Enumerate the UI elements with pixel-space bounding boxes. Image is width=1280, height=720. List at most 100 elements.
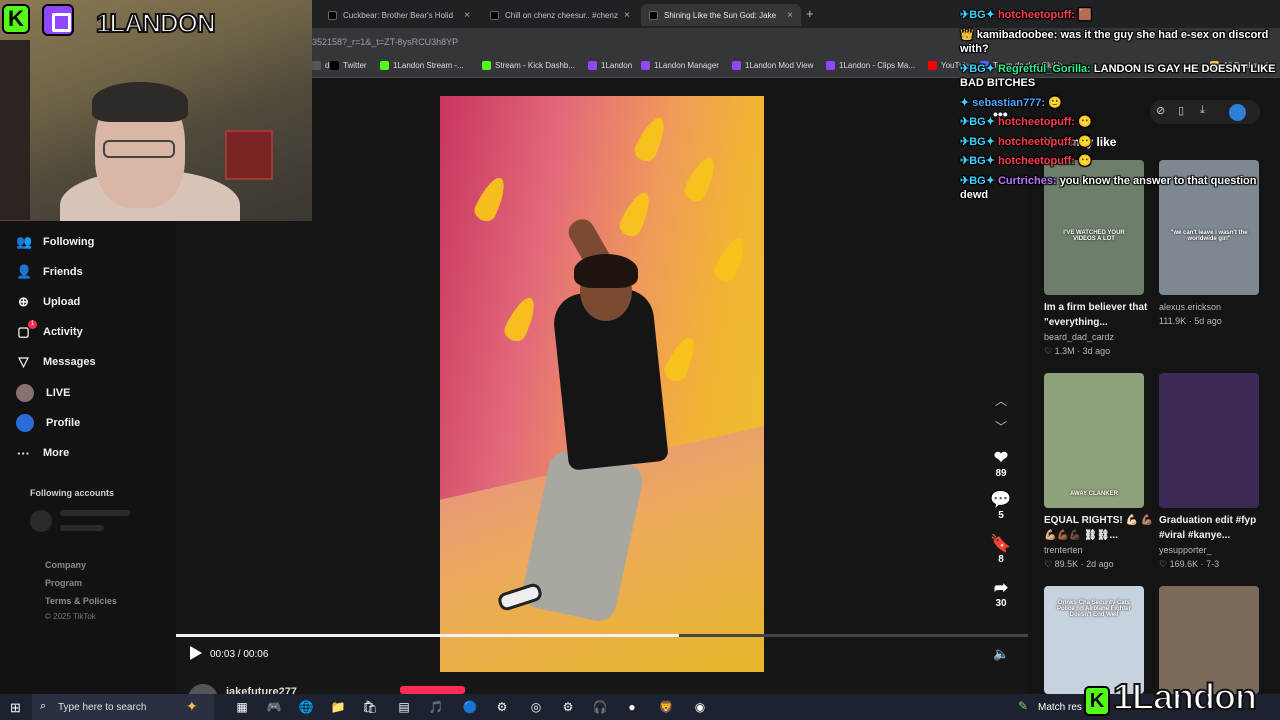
tab-0[interactable]: Cuckbear: Brother Bear's Holid × bbox=[320, 4, 478, 26]
sidebar-item-profile[interactable]: Profile bbox=[16, 413, 80, 433]
bookmark-icon bbox=[641, 61, 650, 70]
taskbar-app-icon[interactable]: 🎵 bbox=[426, 697, 446, 717]
chat-message: ✈BG✦ Curtriches: you know the answer to t… bbox=[960, 174, 1278, 203]
tab-1[interactable]: Chill on chenz cheesur.. #chenz × bbox=[482, 4, 637, 26]
url-text[interactable]: 352158?_r=1&_t=ZT-8ysRCU3h8YP bbox=[312, 37, 458, 47]
video-author[interactable]: trenterten bbox=[1044, 545, 1083, 555]
heart-icon: ♡ bbox=[1044, 346, 1055, 356]
close-icon[interactable]: × bbox=[464, 10, 470, 21]
bookmark-item[interactable]: Stream - Kick Dashb... bbox=[482, 61, 575, 70]
taskbar-app-icon[interactable]: ⚙ bbox=[558, 697, 578, 717]
search-placeholder[interactable]: Type here to search bbox=[58, 702, 146, 713]
bookmark-icon bbox=[732, 61, 741, 70]
chat-badges: ✈BG✦ bbox=[960, 174, 995, 187]
sidebar-item-activity[interactable]: ▢ Activity bbox=[16, 322, 82, 342]
chat-message: ✈BG✦ hotcheetopuff: 😶 bbox=[960, 135, 1278, 150]
sidebar-item-label: Profile bbox=[46, 417, 81, 429]
sidebar-item-following[interactable]: 👥 Following bbox=[16, 232, 94, 252]
chat-text: 🟫 bbox=[1077, 9, 1092, 21]
account-placeholder-line bbox=[60, 525, 104, 531]
chat-username[interactable]: hotcheetopuff: bbox=[998, 9, 1075, 21]
close-icon[interactable]: × bbox=[787, 10, 793, 21]
close-icon[interactable]: × bbox=[624, 10, 630, 21]
bookmark-item[interactable]: 1Landon - Clips Ma... bbox=[826, 61, 915, 70]
sidebar-item-messages[interactable]: ▽ Messages bbox=[16, 352, 96, 372]
chevron-up-icon[interactable]: ︿ bbox=[995, 392, 1007, 409]
bookmark-label: Stream - Kick Dashb... bbox=[495, 61, 576, 70]
bookmark-item[interactable]: 1Landon Manager bbox=[641, 61, 719, 70]
taskbar-app-icon[interactable]: ◎ bbox=[526, 697, 546, 717]
sidebar-item-live[interactable]: LIVE bbox=[16, 383, 70, 403]
video-title[interactable]: Graduation edit #fyp #viral #kanye... bbox=[1159, 513, 1269, 543]
match-notification[interactable]: Match res bbox=[1038, 702, 1082, 713]
taskbar-app-icon[interactable]: ◉ bbox=[690, 697, 710, 717]
bookmark-item[interactable]: 1Landon Mod View bbox=[732, 61, 813, 70]
chat-username[interactable]: hotcheetopuff: bbox=[998, 136, 1075, 148]
taskbar-app-icon[interactable]: 🛍 bbox=[360, 697, 380, 717]
save-button[interactable]: 🔖 8 bbox=[985, 534, 1017, 565]
footer-link-terms[interactable]: Terms & Policies bbox=[45, 596, 117, 606]
taskbar-app-icon[interactable]: 📁 bbox=[328, 697, 348, 717]
taskbar-app-icon[interactable]: 🔵 bbox=[460, 697, 480, 717]
save-count: 8 bbox=[998, 554, 1004, 565]
bookmark-label: 1Landon - Clips Ma... bbox=[839, 61, 916, 70]
tab-label: Chill on chenz cheesur.. #chenz bbox=[505, 10, 618, 20]
taskbar-app-icon[interactable]: 🎧 bbox=[590, 697, 610, 717]
like-button[interactable]: ❤ 89 bbox=[985, 448, 1017, 479]
video-title[interactable]: Im a firm believer that "everything... bbox=[1044, 300, 1154, 330]
progress-fill bbox=[176, 634, 679, 637]
chat-text: 😶 bbox=[1077, 155, 1092, 167]
share-button[interactable]: ➦ 30 bbox=[985, 578, 1017, 609]
like-count: 1.3M bbox=[1054, 346, 1075, 356]
webcam-door bbox=[0, 40, 30, 220]
taskbar-app-icon[interactable]: 🌐 bbox=[296, 697, 316, 717]
bookmark-item[interactable]: Twitter bbox=[330, 61, 367, 70]
taskbar-app-icon[interactable]: 🦁 bbox=[656, 697, 676, 717]
separator: · bbox=[1186, 316, 1195, 326]
chat-text: 😶 bbox=[1077, 135, 1092, 148]
footer-link-program[interactable]: Program bbox=[45, 578, 82, 588]
chat-username[interactable]: hotcheetopuff: bbox=[998, 116, 1075, 128]
windows-start-icon[interactable]: ⊞ bbox=[10, 700, 21, 716]
kick-logo-icon: K bbox=[2, 4, 30, 34]
bookmark-item[interactable]: d bbox=[312, 61, 329, 70]
banana-decor bbox=[616, 188, 656, 240]
following-accounts-heading: Following accounts bbox=[30, 488, 115, 498]
sidebar-item-friends[interactable]: 👤 Friends bbox=[16, 262, 83, 282]
chevron-down-icon[interactable]: ﹀ bbox=[995, 418, 1007, 435]
follow-button[interactable] bbox=[400, 686, 465, 694]
tab-2[interactable]: Shining Like the Sun God: Jake × bbox=[641, 4, 801, 26]
chat-username[interactable]: Curtriches: bbox=[998, 175, 1057, 187]
comment-button[interactable]: 💬 5 bbox=[985, 490, 1017, 521]
bookmark-item[interactable]: 1Landon bbox=[588, 61, 632, 70]
taskbar-app-icon[interactable]: ● bbox=[622, 697, 642, 717]
bookmark-icon bbox=[588, 61, 597, 70]
taskbar-app-icon[interactable]: ▦ bbox=[232, 697, 252, 717]
chat-username[interactable]: hotcheetopuff: bbox=[998, 155, 1075, 167]
taskbar-app-icon[interactable]: ⚙ bbox=[492, 697, 512, 717]
video-author[interactable]: alexus.erickson bbox=[1159, 302, 1221, 312]
like-count: 89 bbox=[995, 468, 1007, 479]
bookmark-item[interactable]: 1Landon Stream -... bbox=[380, 61, 464, 70]
taskbar-app-icon[interactable]: ▤ bbox=[394, 697, 414, 717]
video-thumbnail[interactable]: AWAY CLANKER bbox=[1044, 373, 1144, 508]
chat-username[interactable]: kamibadoobee: bbox=[977, 29, 1058, 41]
play-icon[interactable] bbox=[190, 646, 202, 660]
volume-icon[interactable]: 🔈 bbox=[993, 646, 1009, 662]
account-placeholder-avatar bbox=[30, 510, 52, 532]
person-hair bbox=[574, 254, 638, 288]
heart-icon: ♡ bbox=[1044, 559, 1055, 569]
sidebar-item-more[interactable]: ··· More bbox=[16, 443, 69, 463]
footer-link-company[interactable]: Company bbox=[45, 560, 86, 570]
video-author[interactable]: beard_dad_cardz bbox=[1044, 332, 1114, 342]
sidebar-item-upload[interactable]: ⊕ Upload bbox=[16, 292, 80, 312]
taskbar-app-icon[interactable]: 🎮 bbox=[264, 697, 284, 717]
video-title[interactable]: EQUAL RIGHTS! 💪🏻 💪🏽💪🏼💪🏾💪🏿 ⛓⛓... bbox=[1044, 513, 1154, 543]
video-player[interactable] bbox=[440, 96, 764, 672]
new-tab-button[interactable]: + bbox=[806, 6, 814, 21]
video-thumbnail[interactable] bbox=[1159, 373, 1259, 508]
heart-icon: ♡ bbox=[1159, 559, 1170, 569]
video-author[interactable]: yesupporter_ bbox=[1159, 545, 1212, 555]
chat-username[interactable]: sebastian777: bbox=[972, 97, 1045, 109]
chat-username[interactable]: Regretful_Gorilla: bbox=[998, 63, 1091, 75]
